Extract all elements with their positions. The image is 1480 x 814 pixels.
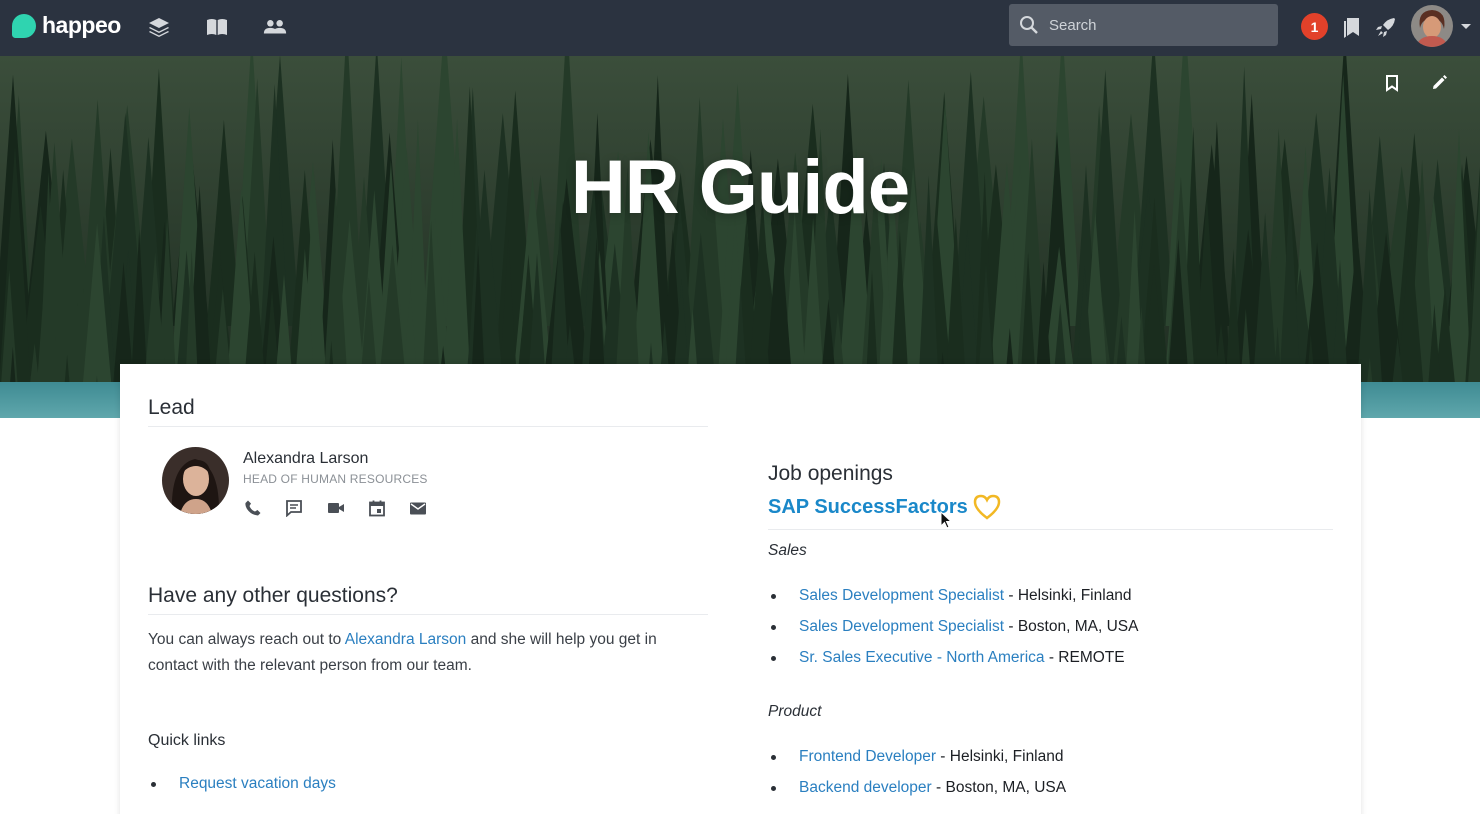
provider-link[interactable]: SAP SuccessFactors xyxy=(768,493,1002,521)
job-title-link[interactable]: Backend developer xyxy=(799,779,932,796)
email-icon[interactable] xyxy=(407,497,429,519)
heart-icon[interactable] xyxy=(972,493,1002,521)
logo-mark-icon xyxy=(12,13,36,38)
book-icon[interactable] xyxy=(204,14,230,40)
job-category-heading: Sales xyxy=(768,542,807,559)
job-location: - Helsinki, Finland xyxy=(936,748,1064,765)
bookmarks-icon[interactable] xyxy=(1339,14,1365,40)
job-location: - Boston, MA, USA xyxy=(931,779,1067,796)
calendar-icon[interactable] xyxy=(366,497,388,519)
content-card: Lead Alexandra Larson HEAD OF HUMAN RESO… xyxy=(120,364,1361,814)
phone-icon[interactable] xyxy=(242,497,264,519)
job-list: Frontend Developer - Helsinki, Finland Ba… xyxy=(768,745,1066,807)
user-avatar[interactable] xyxy=(1411,5,1453,47)
search-input[interactable] xyxy=(1049,16,1249,34)
lead-divider xyxy=(148,426,708,427)
job-item: Sales Development Specialist - Helsinki,… xyxy=(768,584,1138,615)
notification-badge[interactable]: 1 xyxy=(1301,13,1328,40)
job-item: Sr. Sales Executive - North America - RE… xyxy=(768,646,1138,677)
video-icon[interactable] xyxy=(325,497,347,519)
job-item: Sales Development Specialist - Boston, M… xyxy=(768,615,1138,646)
lead-avatar[interactable] xyxy=(162,447,229,514)
job-title-link[interactable]: Sr. Sales Executive - North America xyxy=(799,649,1045,666)
logo-text: happeo xyxy=(42,12,121,38)
quick-link[interactable]: Request vacation days xyxy=(179,775,336,792)
rocket-icon[interactable] xyxy=(1373,14,1399,40)
job-location: - Helsinki, Finland xyxy=(1004,587,1132,604)
top-navigation-bar: happeo 1 xyxy=(0,0,1480,56)
lead-name[interactable]: Alexandra Larson xyxy=(243,450,368,468)
bookmark-icon[interactable] xyxy=(1379,70,1405,96)
job-title-link[interactable]: Sales Development Specialist xyxy=(799,587,1004,604)
job-item: Frontend Developer - Helsinki, Finland xyxy=(768,745,1066,776)
lead-role: HEAD OF HUMAN RESOURCES xyxy=(243,472,428,486)
questions-divider xyxy=(148,614,708,615)
page-title: HR Guide xyxy=(570,145,910,230)
search-icon xyxy=(1020,16,1038,34)
contact-person-link[interactable]: Alexandra Larson xyxy=(345,631,467,648)
job-category-heading: Product xyxy=(768,703,822,720)
job-location: - Boston, MA, USA xyxy=(1004,618,1139,635)
job-item: Backend developer - Boston, MA, USA xyxy=(768,776,1066,807)
people-icon[interactable] xyxy=(262,14,288,40)
chat-icon[interactable] xyxy=(283,497,305,519)
job-list: Sales Development Specialist - Helsinki,… xyxy=(768,584,1138,677)
job-title-link[interactable]: Sales Development Specialist xyxy=(799,618,1004,635)
quick-links-heading: Quick links xyxy=(148,732,226,749)
search-box[interactable] xyxy=(1009,4,1278,46)
questions-text-before: You can always reach out to xyxy=(148,631,345,648)
job-openings-heading: Job openings xyxy=(768,462,893,485)
edit-icon[interactable] xyxy=(1426,70,1452,96)
mouse-cursor-icon xyxy=(940,510,954,536)
provider-link-label: SAP SuccessFactors xyxy=(768,495,968,518)
chevron-down-icon[interactable] xyxy=(1460,20,1472,38)
questions-text: You can always reach out to Alexandra La… xyxy=(148,627,688,679)
questions-heading: Have any other questions? xyxy=(148,584,398,607)
layers-icon[interactable] xyxy=(146,14,172,40)
job-title-link[interactable]: Frontend Developer xyxy=(799,748,936,765)
jobs-divider xyxy=(768,529,1333,530)
lead-heading: Lead xyxy=(148,396,195,419)
happeo-logo[interactable]: happeo xyxy=(12,12,121,39)
quick-links-list: Request vacation days xyxy=(148,772,336,803)
job-location: - REMOTE xyxy=(1044,649,1125,666)
quick-link-item: Request vacation days xyxy=(148,772,336,803)
